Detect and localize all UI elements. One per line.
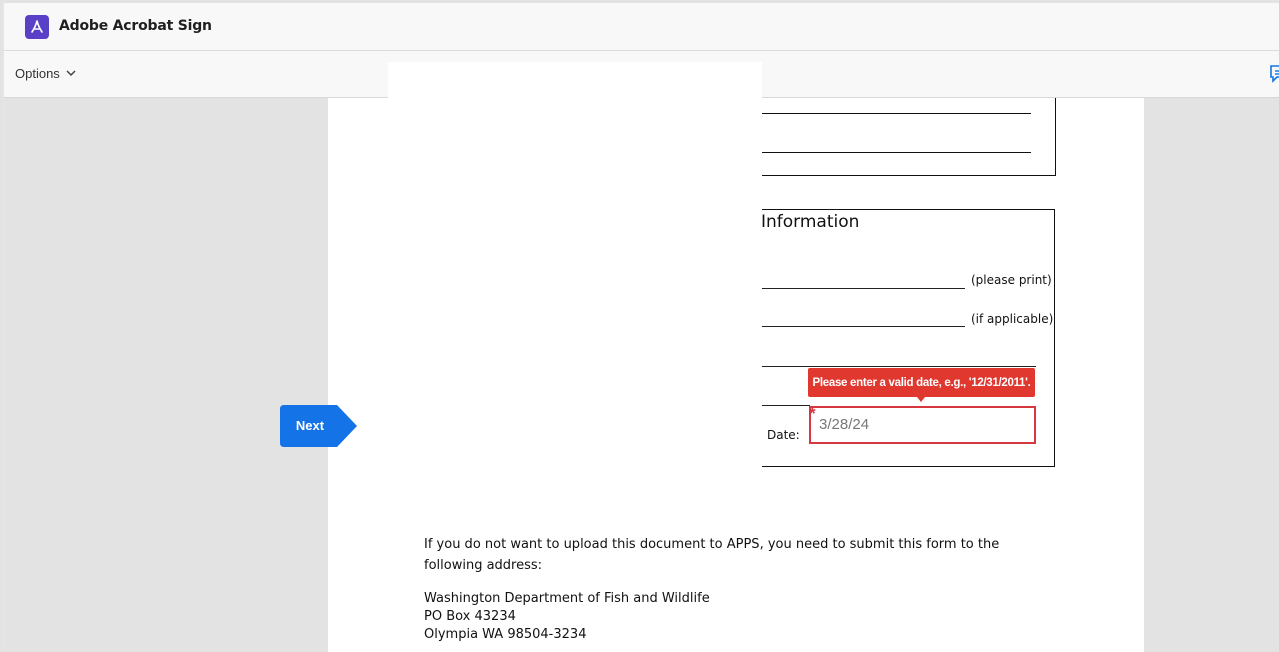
- address-line: PO Box 43234: [424, 609, 516, 624]
- app-title: Adobe Acrobat Sign: [59, 18, 212, 34]
- print-name-line: [762, 288, 965, 289]
- required-marker: *: [809, 404, 816, 423]
- address-line: Washington Department of Fish and Wildli…: [424, 591, 710, 606]
- acrobat-logo-icon: [25, 15, 49, 39]
- date-input[interactable]: [819, 416, 1019, 433]
- please-print-label: (please print): [971, 273, 1052, 287]
- applicable-line: [762, 326, 965, 327]
- signature-line: [762, 366, 1036, 367]
- address-line: Olympia WA 98504-3234: [424, 627, 587, 642]
- box-border: [762, 175, 1056, 176]
- options-menu-button[interactable]: Options: [15, 66, 76, 81]
- error-tooltip: Please enter a valid date, e.g., '12/31/…: [808, 368, 1035, 397]
- comment-icon[interactable]: [1268, 63, 1279, 85]
- blank-page-region: [388, 62, 762, 466]
- box-border: [1055, 98, 1056, 176]
- chevron-down-icon: [66, 70, 76, 77]
- form-line: [762, 152, 1031, 153]
- instructions-paragraph: If you do not want to upload this docume…: [424, 537, 1000, 573]
- next-label: Next: [295, 418, 325, 433]
- box-border: [762, 466, 1055, 467]
- section-title: Information: [761, 212, 860, 232]
- box-border: [762, 209, 1055, 210]
- options-label: Options: [15, 66, 60, 81]
- box-border: [1054, 209, 1055, 467]
- error-tooltip-text: Please enter a valid date, e.g., '12/31/…: [812, 376, 1031, 389]
- date-label: Date:: [767, 428, 800, 442]
- date-field[interactable]: [809, 406, 1036, 444]
- if-applicable-label: (if applicable): [971, 312, 1054, 326]
- tooltip-arrow: [917, 397, 925, 402]
- next-field-button[interactable]: Next: [280, 405, 358, 447]
- form-line: [762, 113, 1031, 114]
- app-header: Adobe Acrobat Sign: [3, 3, 1279, 51]
- date-row-line: [762, 405, 810, 406]
